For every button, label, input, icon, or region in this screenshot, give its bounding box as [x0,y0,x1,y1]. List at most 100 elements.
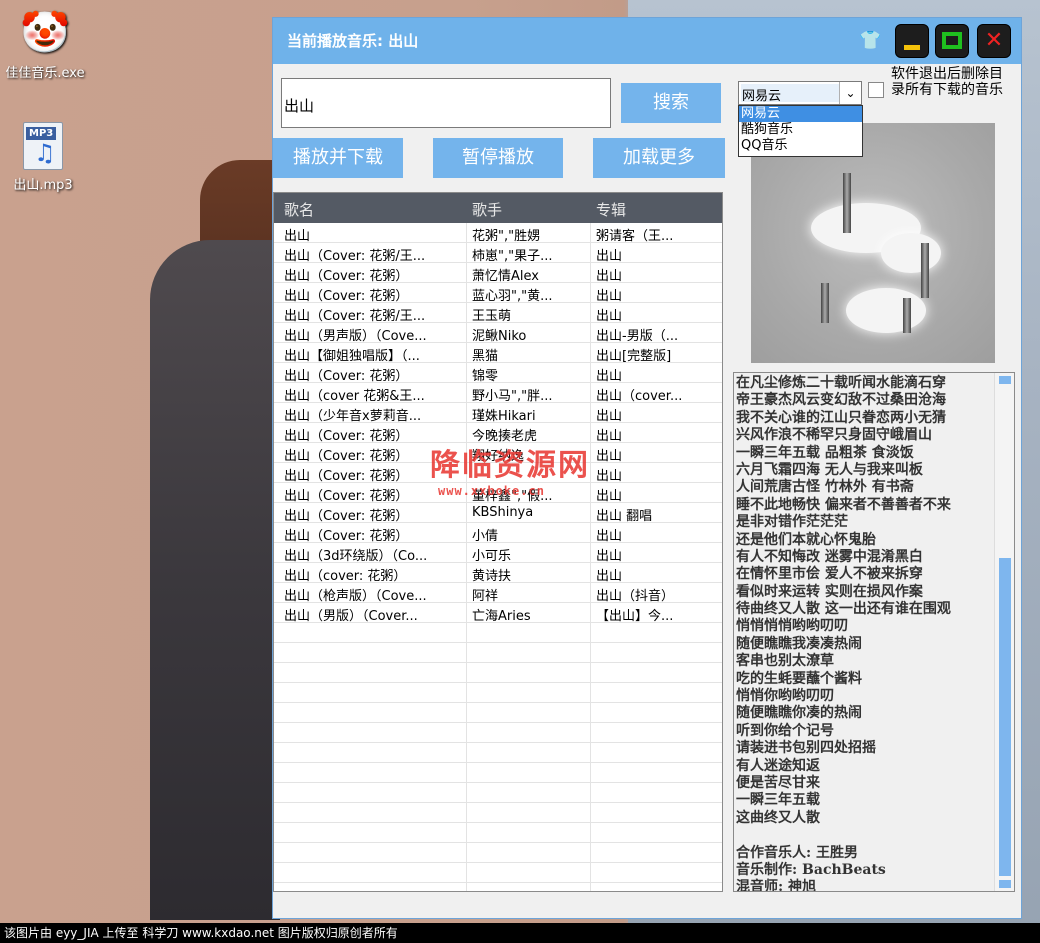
table-row[interactable]: 出山【御姐独唱版】（... 黑猫 出山[完整版] [274,343,722,364]
song-name-cell: 出山 [284,229,311,244]
delete-on-exit-checkbox[interactable] [868,82,884,98]
header-song[interactable]: 歌名 [284,199,314,220]
lyrics-text: 在凡尘修炼二十载听闻水能滴石穿 帝王豪杰风云变幻敌不过桑田沧海 我不关心谁的江山只眷… [736,375,992,891]
song-name-cell: 出山（cover 花粥&王... [284,389,425,404]
tshirt-icon[interactable]: 👕 [859,30,881,52]
lyric-line: 帝王豪杰风云变幻敌不过桑田沧海 [736,392,946,409]
watermark: 降临资源网 www.xxboke.cn [430,448,590,498]
song-list[interactable]: 歌名 歌手 专辑 出山 花粥","胜娚 粥请客（王... 出山（Cover: 花粥/王… [273,192,723,892]
artist-cell: 阿祥 [472,589,499,604]
scroll-thumb[interactable] [999,558,1011,876]
lyric-line: 兴风作浪不稀罕只身固守峨眉山 [736,427,932,444]
album-cell: 出山[完整版] [596,349,672,364]
song-name-cell: 出山（Cover: 花粥） [284,289,409,304]
lyric-line: 有人迷途知返 [736,757,820,774]
source-option-qq[interactable]: QQ音乐 [739,138,862,154]
chevron-down-icon[interactable]: ⌄ [839,82,861,104]
table-row[interactable]: 出山（cover: 花粥） 黄诗扶 出山 [274,563,722,584]
song-name-cell: 出山（Cover: 花粥） [284,369,409,384]
empty-row [274,703,722,723]
header-album[interactable]: 专辑 [596,199,626,220]
desktop-icon-mp3[interactable]: MP3 ♫ 出山.mp3 [0,122,93,193]
minimize-button[interactable] [895,24,929,58]
album-cell: 出山-男版（... [596,329,679,344]
song-name-cell: 出山（3d环绕版）（Co... [284,549,428,564]
lyric-line: 随便瞧瞧我凑凑热闹 [736,635,862,652]
scroll-down-arrow[interactable] [999,880,1011,888]
table-row[interactable]: 出山（Cover: 花粥） 小倩 出山 [274,523,722,544]
lyric-line: 吃的生蚝要蘸个酱料 [736,670,862,687]
album-cell: 出山 翻唱 [596,509,653,524]
table-row[interactable]: 出山（少年音x萝莉音... 瑾姝Hikari 出山 [274,403,722,424]
table-row[interactable]: 出山（男版）（Cover... 亡海Aries 【出山】今... [274,603,722,624]
artist-cell: 小可乐 [472,549,512,564]
album-cell: 出山 [596,249,623,264]
search-button[interactable]: 搜索 [621,83,721,123]
album-cell: 出山 [596,269,623,284]
search-input[interactable]: 出山 [281,78,611,128]
table-row[interactable]: 出山（男声版）（Cove... 泥鳅Niko 出山-男版（... [274,323,722,344]
lyric-line: 在凡尘修炼二十载听闻水能滴石穿 [736,375,946,391]
song-list-header: 歌名 歌手 专辑 [274,193,722,223]
album-cover [751,123,995,363]
lyric-line: 待曲终又人散 这一出还有谁在围观 [736,601,951,618]
wallpaper-person [150,240,280,920]
mp3-file-icon: MP3 ♫ [23,122,63,170]
title-bar[interactable]: 当前播放音乐: 出山 👕 ✕ [273,18,1021,64]
artist-cell: KBShinya [472,505,534,520]
song-list-rows: 出山 花粥","胜娚 粥请客（王... 出山（Cover: 花粥/王... 柿崽","果… [274,223,722,883]
maximize-button[interactable] [935,24,969,58]
table-row[interactable]: 出山（Cover: 花粥/王... 柿崽","果子... 出山 [274,243,722,264]
desktop-icon-label: 出山.mp3 [13,178,73,193]
album-cell: 出山 [596,409,623,424]
cartoon-face-icon: 🤡 [20,10,70,56]
album-cell: 出山 [596,449,623,464]
lyric-line: 一瞬三年五载 品粗茶 食淡饭 [736,444,914,461]
song-name-cell: 出山（Cover: 花粥） [284,509,409,524]
lyric-line: 睡不此地畅快 偏来者不善善者不来 [736,496,951,513]
song-name-cell: 出山（Cover: 花粥） [284,529,409,544]
lyric-line: 我不关心谁的江山只眷恋两小无猜 [736,409,946,426]
source-select[interactable]: 网易云 ⌄ [738,81,862,105]
footer-caption: 该图片由 eyy_JIA 上传至 科学刀 www.kxdao.net 图片版权归… [0,923,1040,943]
album-cell: 出山（抖音） [596,589,675,604]
lyric-line: 请装进书包别四处招摇 [736,740,876,757]
song-name-cell: 出山（少年音x萝莉音... [284,409,422,424]
close-button[interactable]: ✕ [977,24,1011,58]
play-download-button[interactable]: 播放并下载 [273,138,403,178]
lyric-line: 是非对错作茫茫茫 [736,514,848,531]
song-name-cell: 出山（Cover: 花粥/王... [284,309,426,324]
album-cell: 出山 [596,569,623,584]
lyrics-scrollbar[interactable] [994,373,1014,891]
lyric-line: 听到你给个记号 [736,722,834,739]
empty-row [274,743,722,763]
table-row[interactable]: 出山（Cover: 花粥） 蓝心羽","黄... 出山 [274,283,722,304]
lyric-line: 悄悄悄悄哟哟叨叨 [736,618,848,635]
lyric-line: 客串也别太潦草 [736,653,834,670]
table-row[interactable]: 出山（枪声版）（Cove... 阿祥 出山（抖音） [274,583,722,604]
table-row[interactable]: 出山（3d环绕版）（Co... 小可乐 出山 [274,543,722,564]
table-row[interactable]: 出山（Cover: 花粥/王... 王玉萌 出山 [274,303,722,324]
load-more-button[interactable]: 加载更多 [593,138,725,178]
lyric-line: 还是他们本就心怀鬼胎 [736,531,876,548]
source-option-kugou[interactable]: 酷狗音乐 [739,122,862,138]
lyric-line: 音乐制作: BachBeats [736,861,886,878]
source-option-netease[interactable]: 网易云 [739,106,862,122]
song-name-cell: 出山（Cover: 花粥） [284,269,409,284]
table-row[interactable]: 出山（Cover: 花粥） 萧忆情Alex 出山 [274,263,722,284]
empty-row [274,723,722,743]
table-row[interactable]: 出山（cover 花粥&王... 野小马","胖... 出山（cover... [274,383,722,404]
desktop-icon-app[interactable]: 🤡 佳佳音乐.exe [0,8,95,81]
empty-row [274,843,722,863]
table-row[interactable]: 出山（Cover: 花粥） 锦零 出山 [274,363,722,384]
song-name-cell: 出山（男版）（Cover... [284,609,418,624]
header-artist[interactable]: 歌手 [472,199,502,220]
table-row[interactable]: 出山（Cover: 花粥） KBShinya 出山 翻唱 [274,503,722,524]
lyric-line: 看似时来运转 实则在损风作案 [736,583,923,600]
album-cell: 出山 [596,489,623,504]
artist-cell: 瑾姝Hikari [472,409,536,424]
scroll-up-arrow[interactable] [999,376,1011,384]
table-row[interactable]: 出山 花粥","胜娚 粥请客（王... [274,223,722,244]
pause-button[interactable]: 暂停播放 [433,138,563,178]
lyrics-panel[interactable]: 在凡尘修炼二十载听闻水能滴石穿 帝王豪杰风云变幻敌不过桑田沧海 我不关心谁的江山只眷… [733,372,1015,892]
